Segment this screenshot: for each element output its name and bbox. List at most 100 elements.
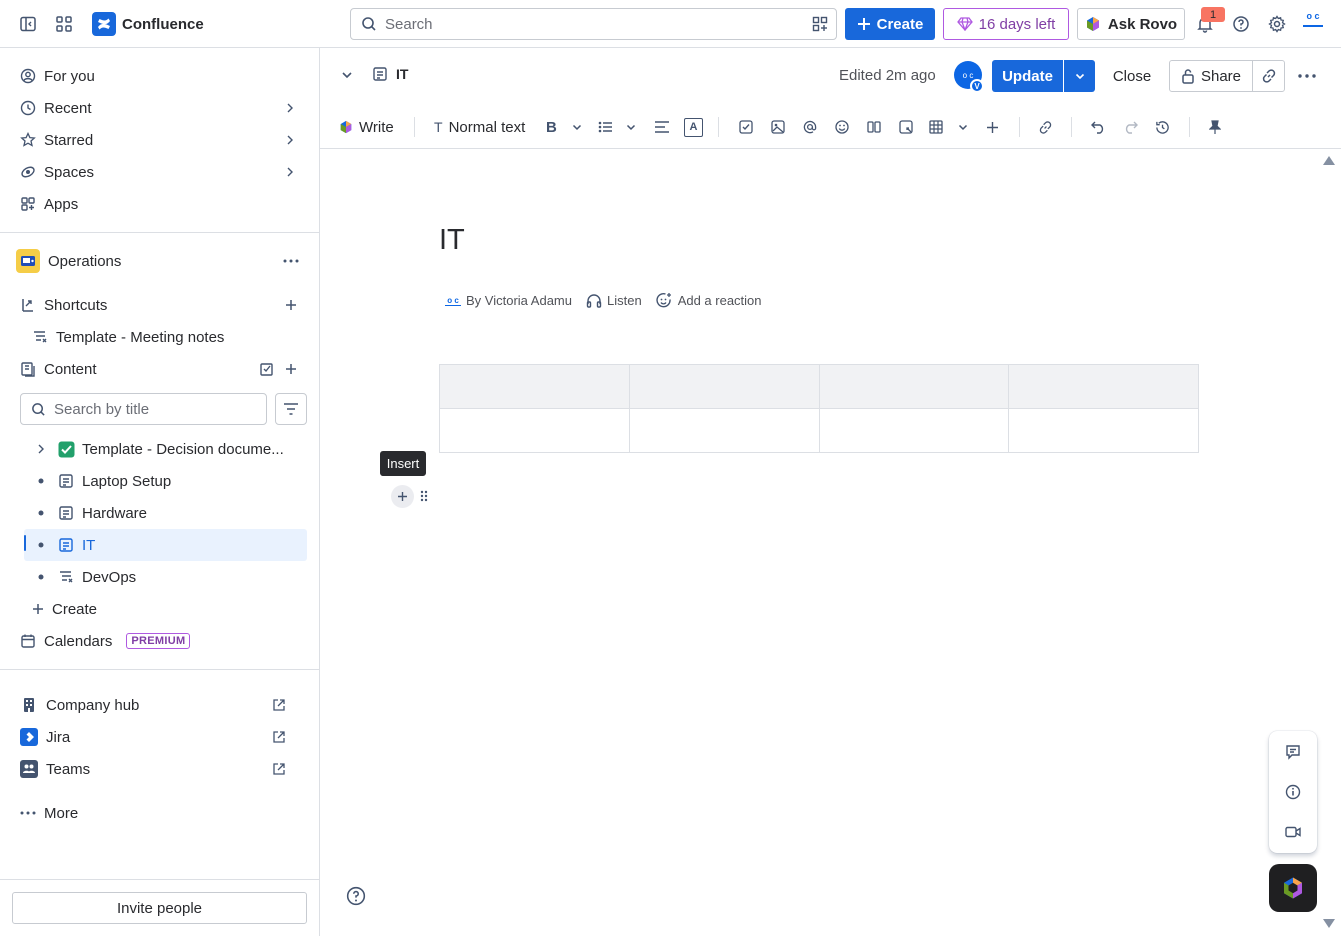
code-snippet-icon[interactable] <box>899 116 913 138</box>
sidebar-item-for-you[interactable]: For you <box>12 60 308 92</box>
table-options-chevron-icon[interactable] <box>957 116 969 138</box>
listen-button[interactable]: Listen <box>586 293 642 309</box>
text-color-icon[interactable]: A <box>684 116 703 138</box>
chevron-right-icon[interactable] <box>282 164 298 180</box>
sidebar-divider <box>0 232 319 233</box>
sidebar-toggle-icon[interactable] <box>16 12 40 36</box>
star-icon <box>20 132 36 148</box>
update-button[interactable]: Update <box>992 60 1063 92</box>
tree-item[interactable]: DevOps <box>24 561 307 593</box>
share-button[interactable]: Share <box>1169 60 1253 92</box>
table-header-cell[interactable] <box>818 364 1010 409</box>
app-switcher-icon[interactable] <box>52 12 76 36</box>
rovo-chat-button[interactable] <box>1269 864 1317 912</box>
breadcrumb[interactable]: IT <box>372 66 408 82</box>
search-by-title-input[interactable]: Search by title <box>20 393 267 425</box>
table-header-cell[interactable] <box>1008 364 1199 409</box>
pin-toolbar-icon[interactable] <box>1209 116 1221 138</box>
trial-days-left-button[interactable]: 16 days left <box>943 8 1069 40</box>
expand-chevron-icon[interactable] <box>24 443 58 455</box>
user-avatar[interactable]: o c <box>1299 12 1327 36</box>
close-button[interactable]: Close <box>1103 60 1161 92</box>
text-style-dropdown[interactable]: T Normal text <box>434 116 525 138</box>
space-header[interactable]: Operations <box>12 245 308 277</box>
chevron-right-icon[interactable] <box>282 100 298 116</box>
layout-columns-icon[interactable] <box>867 116 881 138</box>
undo-icon[interactable] <box>1091 116 1106 138</box>
mention-icon[interactable] <box>803 116 817 138</box>
add-shortcut-plus-icon[interactable] <box>279 293 303 317</box>
help-icon[interactable] <box>346 886 366 906</box>
add-reaction-button[interactable]: Add a reaction <box>656 292 762 309</box>
table-cell[interactable] <box>818 408 1010 453</box>
global-search-input[interactable]: Search <box>350 8 837 40</box>
shortcut-item[interactable]: Template - Meeting notes <box>24 321 308 353</box>
sidebar-item-spaces[interactable]: Spaces <box>12 156 308 188</box>
info-icon[interactable] <box>1283 782 1303 802</box>
sidebar-item-calendars[interactable]: Calendars PREMIUM <box>12 625 308 657</box>
version-history-icon[interactable] <box>1155 116 1170 138</box>
write-mode-button[interactable]: Write <box>339 116 394 138</box>
table-header-cell[interactable] <box>628 364 820 409</box>
insert-plus-icon[interactable] <box>391 485 414 508</box>
sidebar-item-label: Company hub <box>46 696 140 714</box>
bullet-list-icon[interactable] <box>598 116 614 138</box>
redo-icon[interactable] <box>1123 116 1138 138</box>
bold-button[interactable]: B <box>546 116 557 138</box>
sidebar-item-more[interactable]: More <box>12 797 308 829</box>
apps-grid-icon[interactable] <box>812 16 828 32</box>
sidebar-item-label: Shortcuts <box>44 296 108 314</box>
emoji-icon[interactable] <box>835 116 849 138</box>
author[interactable]: o c By Victoria Adamu <box>445 293 572 308</box>
sidebar-item-company-hub[interactable]: Company hub <box>12 689 308 721</box>
table-cell[interactable] <box>1008 408 1199 453</box>
page-title[interactable]: IT <box>439 224 465 257</box>
sidebar-item-shortcuts[interactable]: Shortcuts <box>12 289 308 321</box>
invite-people-button[interactable]: Invite people <box>12 892 307 924</box>
align-icon[interactable] <box>654 116 670 138</box>
more-formatting-chevron-icon[interactable] <box>571 116 583 138</box>
scroll-down-arrow-icon[interactable] <box>1322 918 1336 929</box>
image-icon[interactable] <box>771 116 785 138</box>
table-header-cell[interactable] <box>439 364 630 409</box>
create-page-button[interactable]: Create <box>24 593 308 625</box>
collapse-chevron-icon[interactable] <box>340 68 354 82</box>
insert-plus-icon[interactable] <box>986 116 999 138</box>
space-more-icon[interactable] <box>279 249 303 273</box>
ask-rovo-button[interactable]: Ask Rovo <box>1077 8 1185 40</box>
sidebar-item-jira[interactable]: Jira <box>12 721 308 753</box>
table-cell[interactable] <box>628 408 820 453</box>
sidebar-item-recent[interactable]: Recent <box>12 92 308 124</box>
table-icon[interactable] <box>929 116 943 138</box>
copy-link-icon[interactable] <box>1252 60 1285 92</box>
help-icon[interactable] <box>1229 12 1253 36</box>
list-options-chevron-icon[interactable] <box>625 116 637 138</box>
sidebar-item-starred[interactable]: Starred <box>12 124 308 156</box>
edited-timestamp[interactable]: Edited 2m ago <box>839 67 936 84</box>
table-cell[interactable] <box>439 408 630 453</box>
create-button[interactable]: Create <box>845 8 935 40</box>
reaction-label: Add a reaction <box>677 293 762 308</box>
link-icon[interactable] <box>1038 116 1053 138</box>
content-table[interactable] <box>439 364 1199 453</box>
sidebar-item-apps[interactable]: Apps <box>12 188 308 220</box>
comments-icon[interactable] <box>1283 742 1303 762</box>
add-content-plus-icon[interactable] <box>279 357 303 381</box>
create-content-icon[interactable] <box>255 357 279 381</box>
tree-item[interactable]: Template - Decision docume... <box>24 433 307 465</box>
confluence-logo[interactable]: Confluence <box>92 12 204 36</box>
filter-button[interactable] <box>275 393 307 425</box>
drag-handle-icon[interactable] <box>419 489 429 503</box>
scroll-up-arrow-icon[interactable] <box>1322 155 1336 166</box>
avatar-underline <box>1303 23 1323 27</box>
update-options-chevron-icon[interactable] <box>1064 60 1095 92</box>
video-icon[interactable] <box>1283 822 1303 842</box>
gear-icon[interactable] <box>1265 12 1289 36</box>
chevron-right-icon[interactable] <box>282 132 298 148</box>
tree-item[interactable]: Hardware <box>24 497 307 529</box>
tree-item-selected[interactable]: IT <box>24 529 307 561</box>
tree-item[interactable]: Laptop Setup <box>24 465 307 497</box>
task-checkbox-icon[interactable] <box>739 116 753 138</box>
more-actions-icon[interactable] <box>1295 64 1319 88</box>
sidebar-item-teams[interactable]: Teams <box>12 753 308 785</box>
